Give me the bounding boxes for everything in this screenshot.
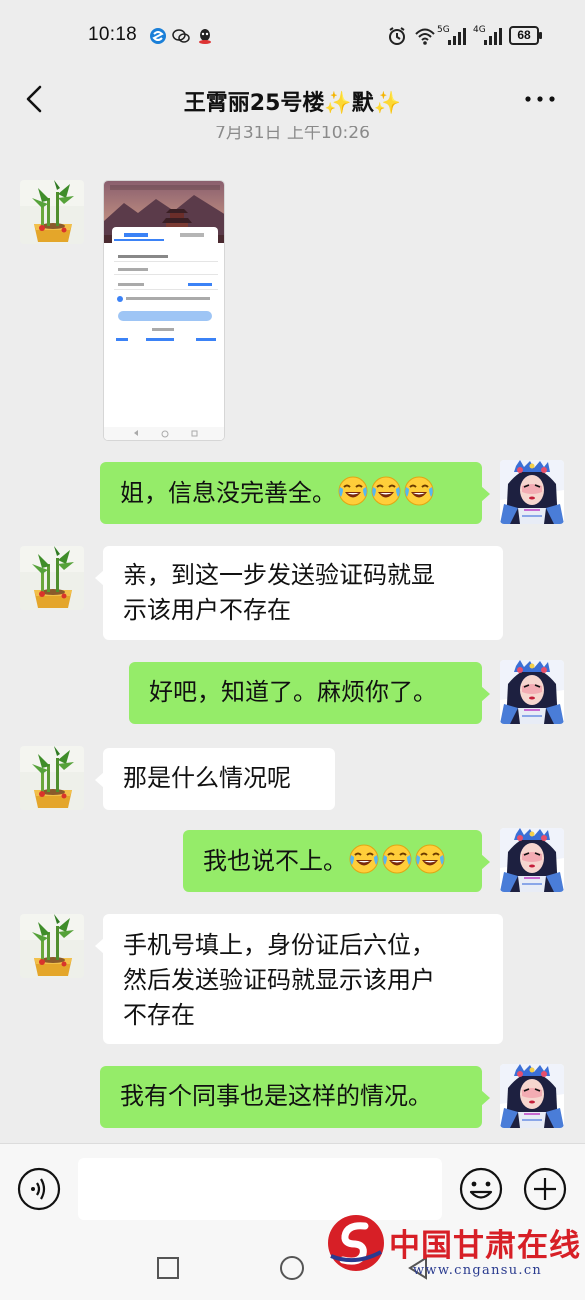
more-functions-button[interactable] (522, 1166, 568, 1212)
contact-avatar[interactable] (20, 746, 84, 810)
qq-notification-icon (199, 29, 211, 44)
received-message-bubble[interactable]: 那是什么情况呢 (95, 748, 335, 810)
my-avatar[interactable] (500, 660, 564, 724)
home-button[interactable] (278, 1254, 306, 1282)
my-avatar[interactable] (500, 828, 564, 892)
voice-button[interactable] (16, 1166, 62, 1212)
login-screenshot-thumbnail (104, 181, 224, 440)
contact-avatar[interactable] (20, 180, 84, 244)
smiley-icon (459, 1167, 503, 1211)
watermark-url: www.cngansu.cn (413, 1263, 543, 1278)
sent-message-bubble[interactable]: 我也说不上。 (183, 830, 490, 892)
message-text: 好吧，知道了。麻烦你了。 (149, 678, 437, 706)
message-text: 我也说不上。 (203, 847, 347, 875)
image-message[interactable] (103, 180, 225, 441)
app-notification-icon (150, 28, 166, 44)
message-text-line: 不存在 (123, 1001, 195, 1029)
voice-icon (17, 1167, 61, 1211)
laugh-cry-emoji-icon (415, 844, 445, 874)
recent-apps-button[interactable] (154, 1254, 182, 1282)
watermark: 中国甘肃在线 www.cngansu.cn (325, 1210, 585, 1288)
sent-message-bubble[interactable]: 姐，信息没完善全。 (100, 462, 490, 524)
contact-avatar[interactable] (20, 914, 84, 978)
message-text-line: 亲，到这一步发送验证码就显 (123, 561, 435, 589)
message-text: 姐，信息没完善全。 (120, 479, 336, 507)
signal-5g-icon (448, 28, 466, 45)
sent-message-bubble[interactable]: 我有个同事也是这样的情况。 (100, 1066, 490, 1128)
plus-circle-icon (523, 1167, 567, 1211)
site-logo-icon (328, 1215, 384, 1271)
message-text: 我有个同事也是这样的情况。 (120, 1082, 432, 1110)
laugh-cry-emoji-icon (371, 476, 401, 506)
more-options-button[interactable] (520, 84, 560, 114)
message-text-line: 然后发送验证码就显示该用户 (123, 966, 435, 994)
wechat-notification-icon (172, 29, 190, 43)
laugh-cry-emoji-icon (349, 844, 379, 874)
laugh-cry-emoji-icon (382, 844, 412, 874)
chat-header: 王霄丽25号楼✨默✨ (0, 72, 585, 128)
received-message-bubble[interactable]: 亲，到这一步发送验证码就显 示该用户不存在 (95, 546, 503, 640)
more-dots-icon (525, 96, 555, 102)
watermark-title: 中国甘肃在线 (389, 1228, 581, 1264)
message-text: 那是什么情况呢 (123, 764, 291, 792)
emoji-button[interactable] (458, 1166, 504, 1212)
message-text-line: 手机号填上，身份证后六位， (123, 931, 435, 959)
received-message-bubble[interactable]: 手机号填上，身份证后六位， 然后发送验证码就显示该用户 不存在 (95, 914, 503, 1044)
contact-avatar[interactable] (20, 546, 84, 610)
chat-title: 王霄丽25号楼✨默✨ (183, 91, 402, 116)
signal-4g-icon (484, 28, 502, 45)
square-icon (157, 1257, 179, 1279)
laugh-cry-emoji-icon (338, 476, 368, 506)
status-bar: 10:18 5G 4G 68 (0, 0, 585, 72)
battery-indicator: 68 (509, 26, 542, 45)
message-timestamp: 7月31日 上午10:26 (215, 126, 370, 143)
my-avatar[interactable] (500, 460, 564, 524)
alarm-icon (389, 27, 405, 45)
message-text-line: 示该用户不存在 (123, 596, 291, 624)
circle-icon (280, 1256, 304, 1280)
wifi-icon (415, 28, 435, 45)
sent-message-bubble[interactable]: 好吧，知道了。麻烦你了。 (129, 662, 490, 724)
my-avatar[interactable] (500, 1064, 564, 1128)
laugh-cry-emoji-icon (404, 476, 434, 506)
status-time: 10:18 (88, 24, 138, 45)
